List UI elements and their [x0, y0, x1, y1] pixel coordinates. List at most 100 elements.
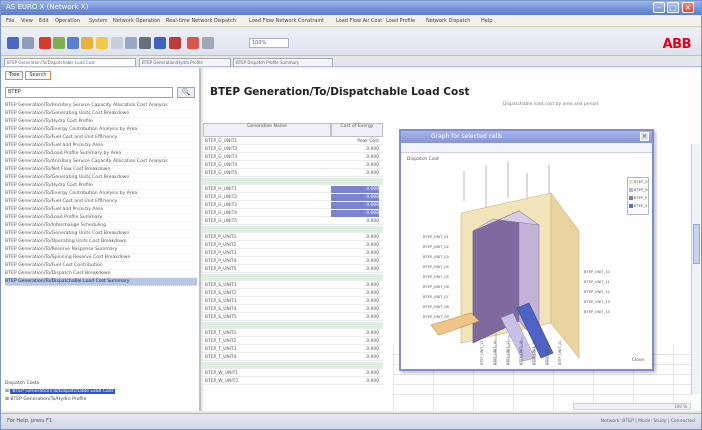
maximize-button[interactable]: □	[667, 2, 679, 13]
cell-value[interactable]: Peak Cost	[331, 138, 379, 145]
table-row[interactable]: BTEP_W_UNIT1 0.000	[203, 370, 383, 377]
table-row[interactable]: BTEP_S_UNIT5 0.000	[203, 314, 383, 321]
cell-value[interactable]: 0.000	[331, 162, 379, 169]
cell-value[interactable]: 0.000	[331, 242, 379, 249]
save-icon[interactable]	[96, 37, 108, 49]
cell-name[interactable]: BTEP_H_UNIT2	[205, 194, 325, 201]
menu-view[interactable]: View	[21, 18, 33, 24]
list-item[interactable]: BTEP Generation/To/Energy Contribution A…	[5, 126, 197, 134]
stop-icon[interactable]	[39, 37, 51, 49]
column-header-name[interactable]: Generation Name	[203, 123, 331, 137]
table-row[interactable]: BTEP_G_UNIT3 0.000	[203, 154, 383, 161]
tree-node-selected[interactable]: ⊞ BTEP Generation/To/Dispatchable Load C…	[5, 388, 197, 396]
cell-value[interactable]: 0.000	[331, 290, 379, 297]
chart-icon[interactable]	[154, 37, 166, 49]
table-row[interactable]: BTEP_P_UNIT4 0.000	[203, 258, 383, 265]
cell-value[interactable]: 0.000	[331, 250, 379, 257]
cell-name[interactable]: BTEP_P_UNIT5	[205, 266, 325, 273]
table-row[interactable]: BTEP_T_UNIT2 0.000	[203, 338, 383, 345]
menu-real-time-dispatch[interactable]: Real-time Network Dispatch	[166, 18, 236, 24]
table-row[interactable]: BTEP_T_UNIT1 0.000	[203, 330, 383, 337]
column-header-cost[interactable]: Cost of Energy	[331, 123, 383, 137]
report-icon[interactable]	[169, 37, 181, 49]
search-button[interactable]: 🔍	[177, 87, 195, 98]
list-item[interactable]: BTEP Generation/To/Fuel and Price by Are…	[5, 142, 197, 150]
scroll-thumb[interactable]	[693, 224, 700, 264]
table-row[interactable]: BTEP_S_UNIT4 0.000	[203, 306, 383, 313]
list-item[interactable]: BTEP Generation/To/Energy Contribution A…	[5, 190, 197, 198]
table-row[interactable]: BTEP_P_UNIT1 0.000	[203, 234, 383, 241]
list-item[interactable]: BTEP Generation/To/Generating Units Cost…	[5, 230, 197, 238]
cell-name[interactable]: BTEP_H_UNIT3	[205, 202, 325, 209]
table-row[interactable]: BTEP_P_UNIT5 0.000	[203, 266, 383, 273]
cell-name[interactable]: BTEP_P_UNIT2	[205, 242, 325, 249]
cell-value[interactable]: 0.000	[331, 170, 379, 177]
tab-tree[interactable]: Tree	[5, 71, 24, 80]
menu-load-flow-constraint[interactable]: Load Flow Network Constraint	[249, 18, 324, 24]
cell-value[interactable]: 0.000	[331, 146, 379, 153]
table-row[interactable]	[203, 362, 383, 369]
list-item[interactable]: BTEP Generation/To/Generating Units Cost…	[5, 174, 197, 182]
menu-file[interactable]: File	[6, 18, 14, 24]
menu-network-operation[interactable]: Network Operation	[113, 18, 160, 24]
cell-name[interactable]: BTEP_T_UNIT2	[205, 338, 325, 345]
cell-name[interactable]: BTEP_S_UNIT4	[205, 306, 325, 313]
cell-name[interactable]: BTEP_P_UNIT1	[205, 234, 325, 241]
cell-value[interactable]: 0.000	[331, 282, 379, 289]
cell-name[interactable]: BTEP_W_UNIT2	[205, 378, 325, 385]
tree-node[interactable]: ⊞ BTEP Generation/To/Hydro Profile	[5, 396, 197, 404]
print-icon[interactable]	[111, 37, 123, 49]
list-item[interactable]: BTEP Generation/To/Reserve Response Summ…	[5, 246, 197, 254]
cell-name[interactable]: BTEP_T_UNIT4	[205, 354, 325, 361]
cell-value[interactable]: 0.000	[331, 218, 379, 225]
table-row[interactable]: BTEP_T_UNIT4 0.000	[203, 354, 383, 361]
list-item[interactable]: BTEP Generation/To/Fuel and Price by Are…	[5, 206, 197, 214]
tab-search[interactable]: Search	[25, 71, 51, 80]
cell-name[interactable]: BTEP_G_UNIT2	[205, 146, 325, 153]
close-button[interactable]: ×	[682, 2, 694, 13]
table-row[interactable]: BTEP_H_UNIT3 0.000	[203, 202, 383, 209]
table-row[interactable]: BTEP_S_UNIT1 0.000	[203, 282, 383, 289]
table-row[interactable]: BTEP_H_UNIT2 0.000	[203, 194, 383, 201]
table-row[interactable]: BTEP_W_UNIT2 0.000	[203, 378, 383, 385]
copy-icon[interactable]	[125, 37, 137, 49]
table-row[interactable]	[203, 178, 383, 185]
cell-value[interactable]: 0.000	[331, 306, 379, 313]
table-row[interactable]: BTEP_P_UNIT2 0.000	[203, 242, 383, 249]
vertical-scrollbar[interactable]	[691, 144, 700, 394]
list-item-selected[interactable]: BTEP Generation/To/Dispatchable Load Cos…	[5, 278, 197, 286]
table-row[interactable]: BTEP_G_UNIT4 0.000	[203, 162, 383, 169]
cell-value[interactable]: 0.000	[331, 266, 379, 273]
alarm-icon[interactable]	[187, 37, 199, 49]
cell-name[interactable]: BTEP_G_UNIT4	[205, 162, 325, 169]
refresh-icon[interactable]	[67, 37, 79, 49]
cell-name[interactable]: BTEP_H_UNIT4	[205, 210, 325, 217]
list-item[interactable]: BTEP Generation/To/Hydro Cost Profile	[5, 118, 197, 126]
horizontal-scrollbar[interactable]: 100 %	[573, 403, 691, 410]
table-row[interactable]: BTEP_G_UNIT1 Peak Cost	[203, 138, 383, 145]
menu-edit[interactable]: Edit	[39, 18, 49, 24]
table-row[interactable]: BTEP_P_UNIT3 0.000	[203, 250, 383, 257]
cell-name[interactable]: BTEP_T_UNIT1	[205, 330, 325, 337]
cell-name[interactable]: BTEP_G_UNIT3	[205, 154, 325, 161]
chart-window[interactable]: Graph for selected cells × Dispatch Cost	[399, 129, 654, 371]
cell-name[interactable]: BTEP_P_UNIT3	[205, 250, 325, 257]
run-icon[interactable]	[53, 37, 65, 49]
menu-system[interactable]: System	[89, 18, 108, 24]
settings-icon[interactable]	[202, 37, 214, 49]
tab-dispatchable-load-cost[interactable]: BTEP Generation/To/Dispatchable Load Cos…	[4, 58, 136, 66]
cell-name[interactable]: BTEP_W_UNIT1	[205, 370, 325, 377]
cell-name[interactable]: BTEP_S_UNIT5	[205, 314, 325, 321]
open-icon[interactable]	[22, 37, 34, 49]
chart-window-title-bar[interactable]: Graph for selected cells ×	[401, 131, 652, 143]
cell-value[interactable]: 0.000	[331, 370, 379, 377]
menu-operation[interactable]: Operation	[55, 18, 80, 24]
list-item[interactable]: BTEP Generation/To/Spinning Reserve Cost…	[5, 254, 197, 262]
cell-name[interactable]: BTEP_P_UNIT4	[205, 258, 325, 265]
table-row[interactable]	[203, 226, 383, 233]
menu-load-profile[interactable]: Load Profile	[386, 18, 415, 24]
list-item[interactable]: BTEP Generation/To/Load Profile Summary …	[5, 150, 197, 158]
table-row[interactable]: BTEP_G_UNIT5 0.000	[203, 170, 383, 177]
cell-name[interactable]: BTEP_T_UNIT3	[205, 346, 325, 353]
cell-value[interactable]: 0.000	[331, 186, 379, 193]
